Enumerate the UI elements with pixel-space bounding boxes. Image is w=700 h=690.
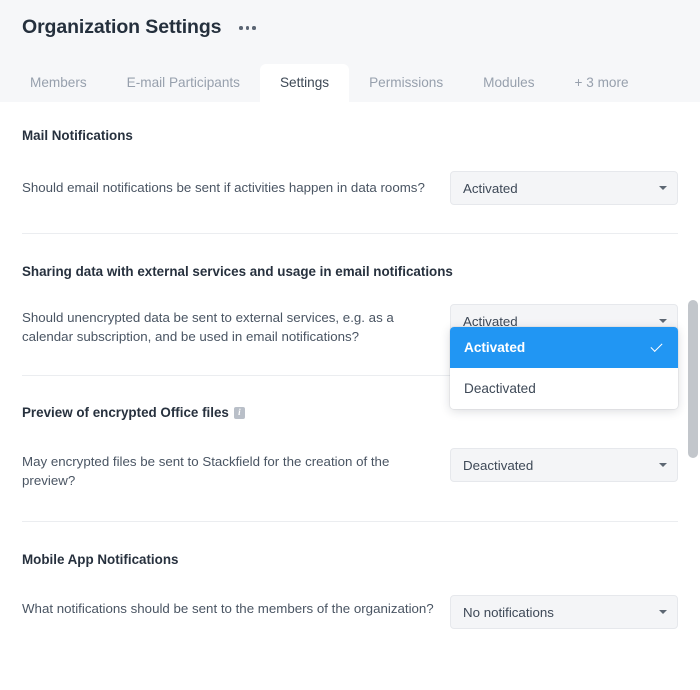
tab-bar: Members E-mail Participants Settings Per… xyxy=(0,56,700,102)
tab-email-participants[interactable]: E-mail Participants xyxy=(107,64,260,102)
chevron-down-icon xyxy=(659,463,667,467)
more-options-icon[interactable] xyxy=(235,20,260,36)
section-sharing-data: Sharing data with external services and … xyxy=(0,234,700,409)
organization-settings-window: Organization Settings Members E-mail Par… xyxy=(0,0,700,690)
check-icon xyxy=(650,341,664,355)
dropdown-option-deactivated[interactable]: Deactivated xyxy=(450,368,678,409)
setting-question: What notifications should be sent to the… xyxy=(22,601,434,616)
tab-modules[interactable]: Modules xyxy=(463,64,554,102)
select-value: No notifications xyxy=(463,604,554,620)
tab-settings[interactable]: Settings xyxy=(259,64,350,102)
section-heading-text: Mail Notifications xyxy=(22,128,133,143)
chevron-down-icon xyxy=(659,610,667,614)
mail-notifications-select[interactable]: Activated xyxy=(450,171,678,205)
page-header: Organization Settings xyxy=(0,0,700,56)
dot-3 xyxy=(252,26,256,30)
setting-row: Should email notifications be sent if ac… xyxy=(22,171,678,205)
content-scrollbar[interactable] xyxy=(688,102,698,690)
tab-more[interactable]: + 3 more xyxy=(555,64,649,102)
section-heading: Mail Notifications xyxy=(22,128,678,143)
page-title: Organization Settings xyxy=(22,16,222,39)
dropdown-option-activated[interactable]: Activated xyxy=(450,327,678,368)
select-value: Deactivated xyxy=(463,457,534,473)
section-heading: Sharing data with external services and … xyxy=(22,264,678,279)
preview-office-files-select[interactable]: Deactivated xyxy=(450,448,678,482)
setting-row: What notifications should be sent to the… xyxy=(22,595,678,629)
tab-permissions[interactable]: Permissions xyxy=(349,64,463,102)
dropdown-option-label: Deactivated xyxy=(464,381,536,396)
sharing-data-dropdown-panel[interactable]: Activated Deactivated xyxy=(450,327,678,409)
section-heading: Mobile App Notifications xyxy=(22,552,678,567)
scrollbar-thumb[interactable] xyxy=(688,300,698,458)
chevron-down-icon xyxy=(659,319,667,323)
setting-row: May encrypted files be sent to Stackfiel… xyxy=(22,448,678,490)
dot-2 xyxy=(245,26,250,30)
chevron-down-icon xyxy=(659,186,667,190)
dropdown-option-label: Activated xyxy=(464,340,526,355)
mobile-app-notifications-select[interactable]: No notifications xyxy=(450,595,678,629)
section-heading-text: Preview of encrypted Office files xyxy=(22,405,229,420)
setting-question: Should email notifications be sent if ac… xyxy=(22,180,425,195)
select-value: Activated xyxy=(463,180,518,196)
section-heading-text: Sharing data with external services and … xyxy=(22,264,453,279)
settings-content: Mail Notifications Should email notifica… xyxy=(0,102,700,690)
setting-question: May encrypted files be sent to Stackfiel… xyxy=(22,454,390,488)
setting-question: Should unencrypted data be sent to exter… xyxy=(22,310,394,344)
section-mobile-app-notifications: Mobile App Notifications What notificati… xyxy=(0,522,700,629)
info-icon[interactable]: i xyxy=(233,406,245,419)
dot-1 xyxy=(239,26,243,30)
section-mail-notifications: Mail Notifications Should email notifica… xyxy=(0,102,700,205)
tab-members[interactable]: Members xyxy=(10,64,107,102)
section-heading-text: Mobile App Notifications xyxy=(22,552,179,567)
